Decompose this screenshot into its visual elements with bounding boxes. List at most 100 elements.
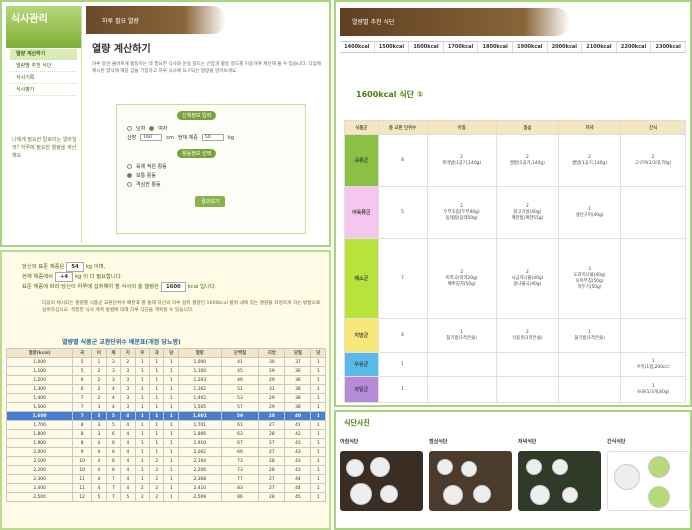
menu-cell: 3 도라지나물(40g) 오이무침(50g) 깍두기(50g): [557, 238, 622, 319]
height-input[interactable]: 160: [140, 134, 163, 141]
table-cell: 27: [258, 447, 286, 457]
photo-dinner: 저녁식단: [518, 438, 601, 528]
table-cell: 3: [120, 375, 136, 385]
menu-cell: 2 시금치나물(40g) 콩나물국(40g): [495, 238, 559, 319]
exchange-header: 당: [163, 348, 179, 358]
gender-male-radio[interactable]: [127, 126, 132, 131]
menu-header: 식품군: [344, 120, 379, 135]
table-cell: 1: [310, 438, 326, 448]
table-cell: 10: [72, 456, 93, 466]
table-cell: 1: [134, 384, 151, 394]
table-row: 1,600 7 3 5 4 1 1 1 1,601 59 28 40 1: [5, 411, 326, 421]
table-cell: 2: [148, 474, 165, 484]
table-row: 1,700 8 3 5 4 1 1 1 1,701 61 27 41 1: [5, 420, 326, 430]
kcal-tab[interactable]: 1700kcal: [444, 42, 479, 52]
table-cell: 2: [134, 492, 151, 502]
result-line-2: 현재 체중에서 +4 kg 이 더 필요합니다.: [22, 272, 322, 282]
menu-cell: 1 사과(1/3개,80g): [620, 376, 686, 403]
exchange-table: 열량(kcal) 곡 어 채 지 우 과 당 열량 단백질 지방 당질 당 1,000 5 1 3 2 1 1 1 1,…: [5, 348, 326, 502]
table-cell: 38: [284, 402, 312, 412]
sidebar-item-eval[interactable]: 식사평가: [10, 85, 77, 96]
table-cell: 31: [258, 384, 286, 394]
weight-input[interactable]: 50: [201, 134, 224, 141]
table-cell: 8: [72, 420, 93, 430]
table-cell: 4: [120, 438, 136, 448]
table-cell: 2,002: [177, 447, 222, 457]
activity-light-radio[interactable]: [127, 164, 132, 169]
kcal-tab[interactable]: 1500kcal: [375, 42, 410, 52]
kcal-tab[interactable]: 2300kcal: [651, 42, 686, 52]
kcal-tab[interactable]: 2000kcal: [548, 42, 583, 52]
menu-header: 간식: [620, 120, 686, 135]
menu-table: 식품군 총 교환 단위수 아침 점심 저녁 간식 곡류군 8 2 흑미밥(1공기,140g) 2…: [344, 120, 686, 403]
kcal-tab[interactable]: 2100kcal: [582, 42, 617, 52]
table-cell: 3: [120, 366, 136, 376]
table-cell: 4: [120, 420, 136, 430]
sidebar-item-calc[interactable]: 열량 계산하기: [10, 49, 77, 60]
table-cell: 1,601: [177, 411, 222, 421]
table-cell: 38: [284, 384, 312, 394]
menu-cell: [426, 352, 497, 377]
table-cell: 1,402: [177, 393, 222, 403]
table-cell: 1: [148, 420, 165, 430]
table-cell: 5: [72, 366, 93, 376]
height-label: 신장: [127, 135, 137, 141]
result-panel: 당신의 표준 체중은 54 kg 이며, 현재 체중에서 +4 kg 이 더 필요합니다…: [0, 250, 331, 530]
menu-cell: 1 들기름(1작은술): [557, 318, 622, 353]
table-cell: 2,509: [177, 492, 222, 502]
menu-cell: 1 생선구이(40g): [557, 186, 622, 239]
table-cell: 1: [310, 366, 326, 376]
table-cell: 2,200: [5, 465, 74, 475]
table-cell: 1: [310, 357, 326, 367]
activity-normal-radio[interactable]: [127, 173, 132, 178]
menu-cell: 2 식용유(1작은술): [495, 318, 559, 353]
sidebar-item-record[interactable]: 식사기록: [10, 73, 77, 84]
kcal-tab[interactable]: 1400kcal: [340, 42, 375, 52]
table-cell: 1: [148, 402, 165, 412]
table-cell: 43: [284, 456, 312, 466]
table-cell: 2: [120, 357, 136, 367]
calculate-button[interactable]: 결과보기: [195, 196, 226, 207]
table-cell: 1: [134, 393, 151, 403]
kcal-tab[interactable]: 1900kcal: [513, 42, 548, 52]
table-cell: 67: [220, 438, 260, 448]
table-cell: 1,302: [177, 384, 222, 394]
table-cell: 1: [163, 447, 179, 457]
gender-female-radio[interactable]: [149, 126, 155, 131]
kcal-tab[interactable]: 1800kcal: [478, 42, 513, 52]
table-cell: 28: [258, 492, 286, 502]
sidebar-title-text: 식사관리: [11, 14, 48, 25]
table-cell: 1: [163, 474, 179, 484]
table-cell: 1: [134, 402, 151, 412]
menu-cell: 2 두부조림(두부40g) 동태찜(동태50g): [426, 186, 497, 239]
table-cell: 6: [105, 447, 122, 457]
table-cell: 51: [220, 384, 260, 394]
table-cell: 2,104: [177, 456, 222, 466]
activity-heavy-radio[interactable]: [127, 182, 132, 187]
table-cell: 27: [258, 474, 286, 484]
snack-image: [607, 451, 690, 511]
kcal-tab[interactable]: 2200kcal: [617, 42, 652, 52]
table-cell: 1,806: [177, 429, 222, 439]
table-cell: 1: [163, 420, 179, 430]
menu-cell: 1 우유(1컵,200cc): [620, 352, 686, 377]
table-cell: 3: [91, 411, 107, 421]
table-cell: 7: [105, 483, 122, 493]
photo-title: 식단사진: [344, 419, 370, 427]
table-cell: 29: [258, 366, 286, 376]
exchange-header: 채: [105, 348, 122, 358]
table-cell: 1: [163, 384, 179, 394]
kcal-tab[interactable]: 1600kcal: [409, 42, 444, 52]
table-row: 1,900 8 4 6 4 1 1 1 1,910 67 27 43 1: [5, 438, 326, 448]
table-cell: 2,410: [177, 483, 222, 493]
table-cell: 1: [134, 438, 151, 448]
menu-cell: 지방군: [344, 318, 379, 353]
table-cell: 53: [220, 393, 260, 403]
table-row: 1,500 7 3 4 3 1 1 1 1,505 57 29 38 1: [5, 402, 326, 412]
sidebar-item-recommend[interactable]: 열량별 추천 식단: [10, 61, 77, 72]
exchange-header: 당질: [284, 348, 312, 358]
table-cell: 4: [120, 483, 136, 493]
table-row: 1,200 6 2 3 3 1 1 1 1,203 49 29 36 1: [5, 375, 326, 385]
table-cell: 2: [148, 483, 165, 493]
breakfast-image: [340, 451, 423, 511]
